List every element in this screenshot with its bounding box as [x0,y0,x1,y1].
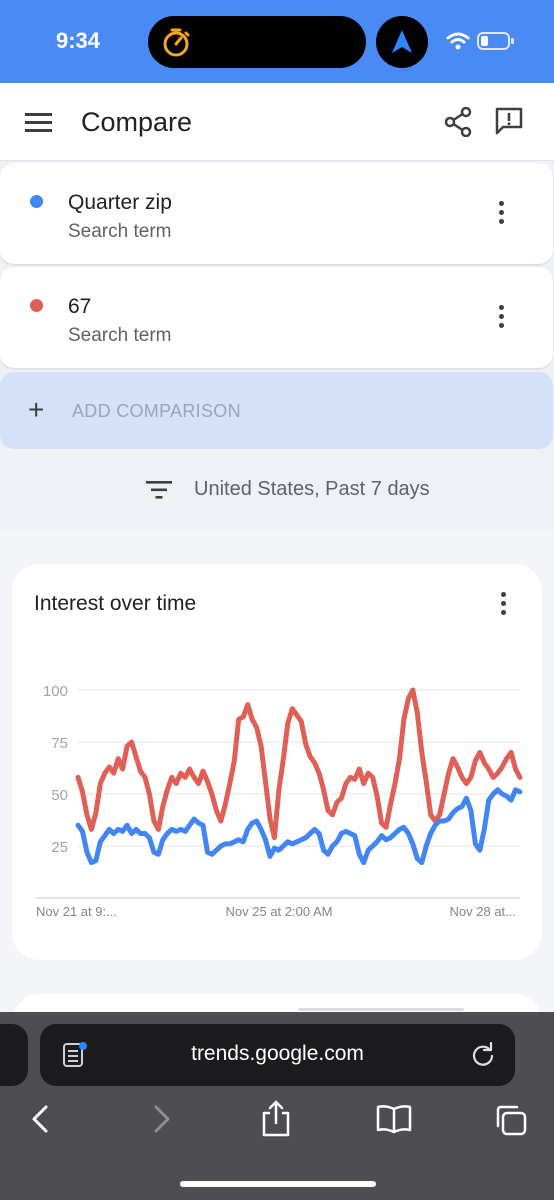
navigation-bubble [376,16,428,68]
term-color-dot [30,299,43,312]
share-sheet-icon[interactable] [260,1100,292,1138]
interest-over-time-card: Interest over time 100 75 50 25 Nov 21 at 9:… [12,564,542,960]
back-icon[interactable] [30,1104,52,1134]
url-text: trends.google.com [191,1042,364,1065]
home-indicator [180,1181,376,1187]
y-tick-label: 50 [51,787,68,804]
wifi-icon [446,32,470,50]
forward-icon[interactable] [150,1104,172,1134]
feedback-icon[interactable] [494,106,524,136]
search-term-card[interactable]: 67 Search term [0,267,553,368]
share-icon[interactable] [444,107,472,137]
clock: 9:34 [56,28,101,53]
bookmarks-icon[interactable] [376,1104,412,1134]
x-tick-label: Nov 28 at... [450,904,516,919]
tab-indicator [298,1008,464,1011]
battery-icon [477,32,514,50]
address-bar[interactable]: trends.google.com [40,1024,515,1086]
more-options-icon[interactable] [493,201,509,227]
timer-icon [163,28,190,57]
add-comparison-button[interactable]: + ADD COMPARISON [0,372,553,449]
status-bar: 9:34 [0,0,554,83]
add-comparison-label: ADD COMPARISON [72,401,241,421]
term-name: 67 [68,295,92,318]
tabs-icon[interactable] [494,1104,528,1136]
app-bar: Compare [0,83,554,161]
term-subtitle: Search term [68,325,172,346]
term-name: Quarter zip [68,191,172,214]
filter-row[interactable]: United States, Past 7 days [0,449,554,529]
search-term-card[interactable]: Quarter zip Search term [0,163,553,264]
reload-icon[interactable] [470,1042,496,1068]
y-tick-label: 100 [43,683,68,700]
y-tick-label: 75 [51,735,68,752]
term-subtitle: Search term [68,221,172,242]
filter-text: United States, Past 7 days [194,478,430,500]
y-tick-label: 25 [51,839,68,856]
plus-icon: + [28,394,45,425]
interest-line-chart: 100 75 50 25 Nov 21 at 9:... Nov 25 at 2:00 A… [36,683,523,919]
previous-tab[interactable] [0,1024,28,1086]
series-line-quarter-zip [75,787,523,866]
term-color-dot [30,195,43,208]
navigation-arrow-icon [392,30,412,53]
dynamic-island [148,16,366,68]
x-tick-label: Nov 21 at 9:... [36,904,117,919]
browser-toolbar: trends.google.com [0,1012,554,1200]
x-tick-label: Nov 25 at 2:00 AM [226,904,333,919]
filter-icon [146,481,172,499]
menu-icon[interactable] [25,111,53,133]
page-title: Compare [81,107,193,137]
more-options-icon[interactable] [493,305,509,331]
